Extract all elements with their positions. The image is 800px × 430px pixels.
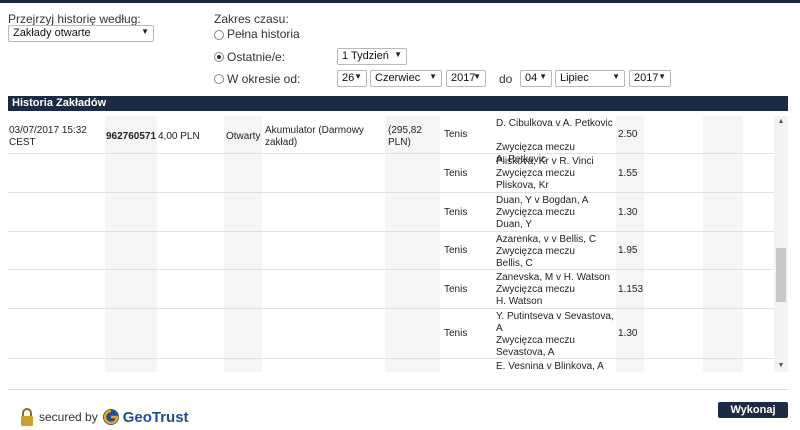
to-month-value: Lipiec [560, 72, 589, 84]
selection-market: Zwycięzca meczu [496, 168, 575, 179]
selection-sport: Tenis [444, 168, 468, 179]
chevron-down-icon: ▼ [394, 50, 402, 59]
from-year-value: 2017 [451, 72, 476, 84]
selection-sport: Tenis [444, 328, 468, 339]
top-border [0, 0, 800, 3]
table-row: Tenis Pliskova, Kr v R. Vinci Zwycięzca me… [8, 154, 774, 193]
chevron-down-icon: ▼ [429, 72, 437, 81]
to-year-select[interactable]: 2017 ▼ [629, 70, 671, 87]
selection-event: Pliskova, Kr v R. Vinci [496, 156, 594, 167]
chevron-down-icon: ▼ [141, 27, 149, 36]
submit-button[interactable]: Wykonaj [718, 402, 788, 418]
selection-pick: Bellis, C [496, 258, 533, 269]
selection-market: Zwycięzca meczu [496, 246, 575, 257]
selection-market: Zwycięzca meczu [496, 142, 575, 153]
to-year-value: 2017 [634, 72, 659, 84]
selection-event: Y. Putintseva v Sevastova, A [496, 311, 614, 334]
table-row: Tenis Azarenka, v v Bellis, C Zwycięzca me… [8, 232, 774, 270]
to-label: do [499, 72, 513, 86]
from-month-value: Czerwiec [375, 72, 421, 84]
selection-sport: Tenis [444, 129, 468, 140]
geotrust-seal: secured by GeoTrust [20, 408, 189, 426]
scroll-thumb[interactable] [776, 248, 786, 302]
last-period-value: 1 Tydzień [342, 50, 389, 62]
radio-full-history[interactable] [214, 30, 224, 40]
chevron-down-icon: ▼ [539, 72, 547, 81]
from-day-value: 26 [342, 72, 355, 84]
selection-odds: 1.30 [618, 328, 638, 339]
selection-pick: Sevastova, A [496, 347, 555, 358]
full-history-label: Pełna historia [227, 27, 300, 41]
range-label: Zakres czasu: [214, 12, 289, 26]
selection-pick: Duan, Y [496, 219, 532, 230]
selection-odds: 1.55 [618, 168, 638, 179]
table-row: Tenis Y. Putintseva v Sevastova, A Zwycięz… [8, 309, 774, 359]
lock-icon [21, 408, 33, 426]
divider [8, 389, 788, 390]
table-row: Tenis Duan, Y v Bogdan, A Zwycięzca meczu D… [8, 193, 774, 232]
selection-sport: Tenis [444, 284, 468, 295]
radio-last[interactable] [214, 52, 224, 62]
browse-select[interactable]: Zakłady otwarte ▼ [8, 25, 154, 42]
scroll-up-icon[interactable]: ▲ [774, 116, 788, 128]
table-scrollbar[interactable]: ▲ ▼ [774, 116, 788, 372]
last-label: Ostatnie/e: [227, 50, 286, 64]
selection-market: Zwycięzca meczu [496, 284, 575, 295]
selection-sport: Tenis [444, 245, 468, 256]
selection-pick: H. Watson [496, 296, 543, 307]
to-month-select[interactable]: Lipiec ▼ [555, 70, 625, 87]
selection-event: Zanevska, M v H. Watson [496, 272, 611, 283]
browse-select-value: Zakłady otwarte [13, 27, 91, 39]
bet-history-table: 03/07/2017 15:32 CEST 962760571 4,00 PLN… [8, 116, 774, 372]
table-row: E. Vesnina v Blinkova, A [8, 359, 774, 372]
chevron-down-icon: ▼ [473, 72, 481, 81]
table-row: Tenis Zanevska, M v H. Watson Zwycięzca me… [8, 270, 774, 309]
selection-sport: Tenis [444, 207, 468, 218]
last-period-select[interactable]: 1 Tydzień ▼ [337, 48, 407, 65]
selection-odds: 1.153 [618, 284, 644, 295]
geotrust-logo-icon [102, 409, 119, 425]
selection-odds: 1.30 [618, 207, 638, 218]
radio-period[interactable] [214, 74, 224, 84]
table-row: Tenis D. Cibulkova v A. Petkovic Zwycięzca… [8, 116, 774, 165]
selection-odds: 1.95 [618, 245, 638, 256]
browse-label: Przejrzyj historię według: [8, 12, 141, 26]
from-day-select[interactable]: 26 ▼ [337, 70, 367, 87]
to-day-select[interactable]: 04 ▼ [520, 70, 552, 87]
selection-market: Zwycięzca meczu [496, 335, 575, 346]
from-year-select[interactable]: 2017 ▼ [446, 70, 486, 87]
panel-title: Historia Zakładów [8, 96, 788, 111]
chevron-down-icon: ▼ [354, 72, 362, 81]
selection-pick: Pliskova, Kr [496, 180, 549, 191]
from-month-select[interactable]: Czerwiec ▼ [370, 70, 442, 87]
geotrust-brand: GeoTrust [122, 408, 189, 426]
secured-by-label: secured by [39, 410, 98, 424]
selection-odds: 2.50 [618, 129, 638, 140]
period-label: W okresie od: [227, 72, 301, 86]
chevron-down-icon: ▼ [658, 72, 666, 81]
to-day-value: 04 [525, 72, 538, 84]
chevron-down-icon: ▼ [612, 72, 620, 81]
selection-event: D. Cibulkova v A. Petkovic [496, 118, 613, 129]
selection-event: Duan, Y v Bogdan, A [496, 195, 589, 206]
scroll-down-icon[interactable]: ▼ [774, 360, 788, 372]
selection-event: Azarenka, v v Bellis, C [496, 234, 597, 245]
selection-event: E. Vesnina v Blinkova, A [496, 361, 604, 372]
selection-market: Zwycięzca meczu [496, 207, 575, 218]
